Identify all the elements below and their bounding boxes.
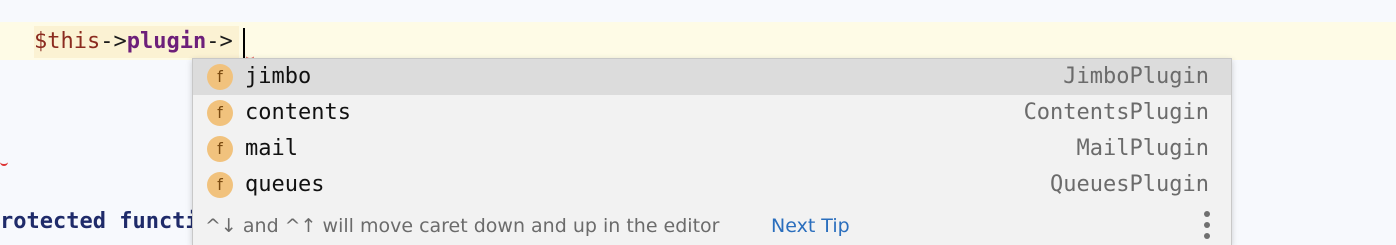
tip-text: ^↓ and ^↑ will move caret down and up in… [205,215,720,237]
field-icon: f [207,100,233,126]
completion-item-type: MailPlugin [1076,136,1209,161]
completion-footer: ^↓ and ^↑ will move caret down and up in… [193,207,1231,245]
code-line-partial[interactable]: rotected functi [0,206,199,238]
field-icon: f [207,136,233,162]
completion-item[interactable]: f jimbo JimboPlugin [193,59,1231,95]
completion-item[interactable]: f mail MailPlugin [193,131,1231,167]
completion-item-type: JimboPlugin [1063,64,1209,89]
completion-item-type: QueuesPlugin [1050,172,1209,197]
more-options-icon[interactable] [1197,211,1217,241]
field-icon: f [207,172,233,198]
code-line-current[interactable]: $this->plugin-> [34,26,239,58]
next-tip-link[interactable]: Next Tip [771,207,850,245]
completion-item-name: queues [245,172,325,197]
completion-item[interactable]: f queues QueuesPlugin [193,167,1231,203]
completion-item-name: mail [245,136,298,161]
code-token-property: plugin [126,29,207,54]
code-token-arrow: -> [100,29,127,54]
field-icon: f [207,64,233,90]
completion-item[interactable]: f contents ContentsPlugin [193,95,1231,131]
error-squiggle [0,158,8,166]
text-caret [243,28,245,58]
code-token-arrow: -> [206,29,233,54]
code-token-variable: $this [34,29,101,54]
completion-popup: f jimbo JimboPlugin f contents ContentsP… [192,58,1232,245]
completion-item-name: jimbo [245,64,312,89]
completion-item-name: contents [245,100,351,125]
completion-item-type: ContentsPlugin [1023,100,1209,125]
